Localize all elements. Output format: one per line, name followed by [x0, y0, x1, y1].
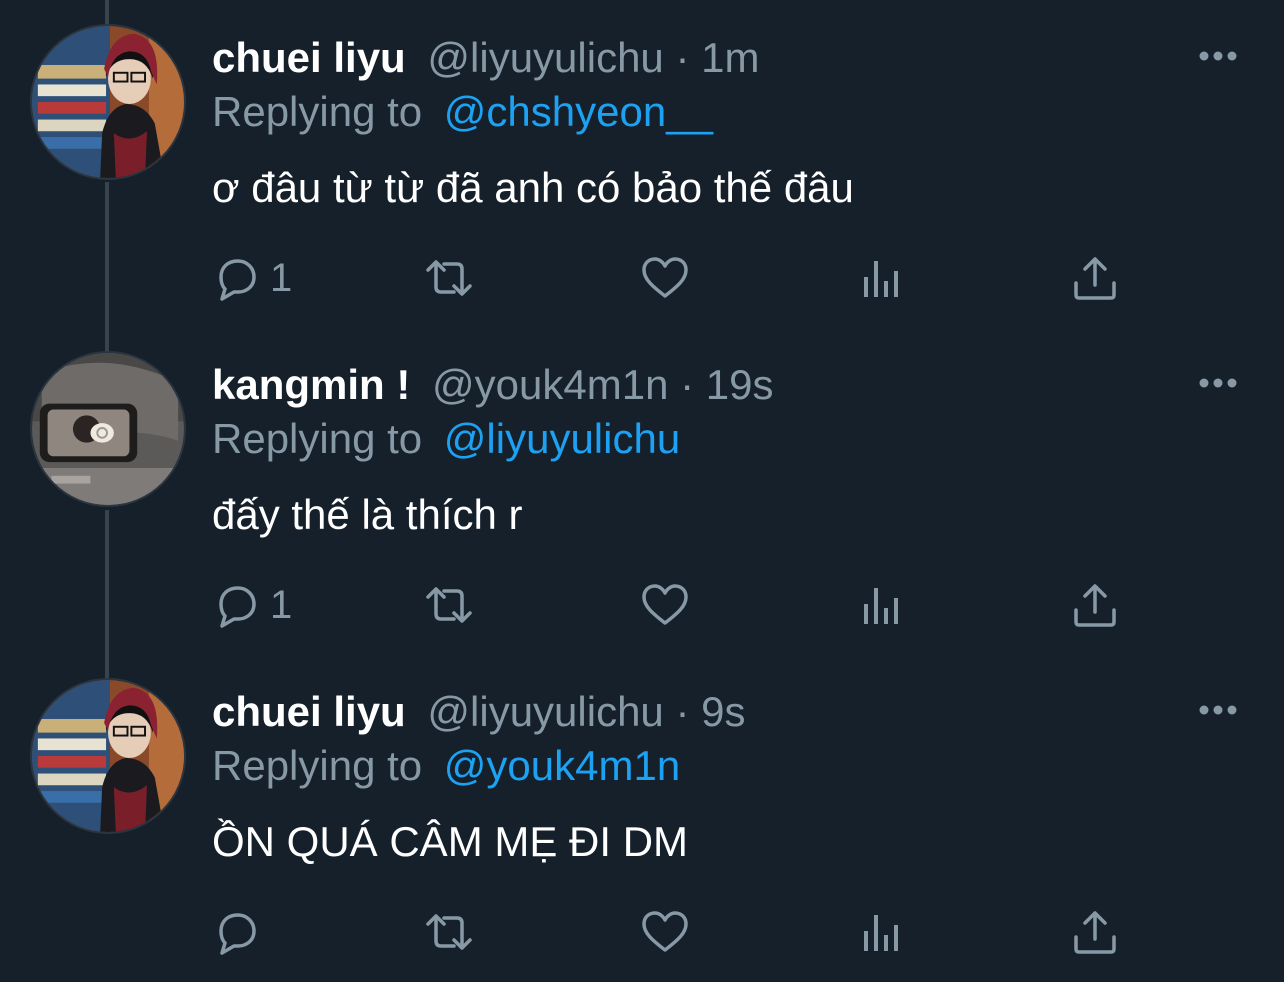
more-icon — [1199, 51, 1237, 61]
handle[interactable]: @youk4m1n — [432, 361, 668, 408]
tweet[interactable]: kangmin ! @youk4m1n · 19s Replying to @l… — [0, 327, 1284, 654]
display-name[interactable]: chuei liyu — [212, 34, 406, 81]
more-options-button[interactable] — [1196, 363, 1240, 403]
like-button[interactable] — [640, 902, 690, 962]
retweet-button[interactable] — [424, 248, 474, 308]
retweet-icon — [426, 587, 472, 623]
timestamp[interactable]: 19s — [706, 361, 774, 408]
reply-count: 1 — [270, 582, 293, 627]
like-button[interactable] — [640, 248, 690, 308]
replying-to: Replying to @youk4m1n — [212, 738, 680, 794]
share-button[interactable] — [1070, 575, 1120, 635]
mention-link[interactable]: @liyuyulichu — [444, 415, 680, 462]
analytics-icon — [864, 915, 898, 951]
heart-icon — [642, 257, 688, 298]
tweet-thread: chuei liyu @liyuyulichu · 1m Replying to… — [0, 0, 1284, 982]
analytics-button[interactable] — [856, 248, 906, 308]
retweet-button[interactable] — [424, 902, 474, 962]
more-options-button[interactable] — [1196, 36, 1240, 76]
avatar[interactable] — [30, 351, 186, 507]
analytics-button[interactable] — [856, 575, 906, 635]
more-icon — [1199, 705, 1237, 715]
tweet-text: đấy thế là thích r — [212, 491, 523, 538]
handle[interactable]: @liyuyulichu — [427, 34, 663, 81]
reply-button[interactable]: 1 — [212, 575, 292, 635]
analytics-icon — [864, 261, 898, 297]
timestamp[interactable]: 9s — [701, 688, 745, 735]
tweet[interactable]: chuei liyu @liyuyulichu · 9s Replying to… — [0, 654, 1284, 981]
display-name[interactable]: kangmin ! — [212, 361, 410, 408]
like-button[interactable] — [640, 575, 690, 635]
mention-link[interactable]: @youk4m1n — [444, 742, 680, 789]
heart-icon — [642, 584, 688, 625]
share-icon — [1074, 257, 1116, 300]
share-icon — [1074, 911, 1116, 954]
replying-label: Replying to — [212, 742, 423, 789]
separator-dot: · — [675, 688, 690, 735]
share-button[interactable] — [1070, 902, 1120, 962]
tweet-text: ỒN QUÁ CÂM MẸ ĐI DM — [212, 818, 689, 865]
chuei-liyu-avatar — [32, 680, 184, 832]
tweet-header: chuei liyu @liyuyulichu · 9s — [212, 684, 746, 740]
more-icon — [1199, 378, 1237, 388]
heart-icon — [642, 911, 688, 952]
replying-label: Replying to — [212, 88, 423, 135]
replying-label: Replying to — [212, 415, 423, 462]
replying-to: Replying to @chshyeon__ — [212, 84, 713, 140]
share-button[interactable] — [1070, 248, 1120, 308]
reply-icon — [219, 259, 256, 301]
tweet-text: ơ đâu từ từ đã anh có bảo thế đâu — [212, 164, 854, 211]
reply-icon — [219, 913, 256, 955]
retweet-button[interactable] — [424, 575, 474, 635]
chuei-liyu-avatar — [32, 26, 184, 178]
analytics-icon — [864, 588, 898, 624]
display-name[interactable]: chuei liyu — [212, 688, 406, 735]
replying-to: Replying to @liyuyulichu — [212, 411, 680, 467]
kangmin-avatar — [32, 353, 184, 505]
analytics-button[interactable] — [856, 902, 906, 962]
tweet-actions — [212, 902, 1132, 962]
avatar[interactable] — [30, 678, 186, 834]
handle[interactable]: @liyuyulichu — [427, 688, 663, 735]
reply-button[interactable] — [212, 902, 270, 962]
tweet-actions: 1 — [212, 575, 1132, 635]
avatar[interactable] — [30, 24, 186, 180]
tweet-header: kangmin ! @youk4m1n · 19s — [212, 357, 774, 413]
reply-count: 1 — [270, 255, 293, 300]
retweet-icon — [426, 914, 472, 950]
share-icon — [1074, 584, 1116, 627]
tweet-header: chuei liyu @liyuyulichu · 1m — [212, 30, 760, 86]
more-options-button[interactable] — [1196, 690, 1240, 730]
reply-button[interactable]: 1 — [212, 248, 292, 308]
separator-dot: · — [675, 34, 690, 81]
retweet-icon — [426, 260, 472, 296]
separator-dot: · — [680, 361, 695, 408]
tweet-actions: 1 — [212, 248, 1132, 308]
timestamp[interactable]: 1m — [701, 34, 759, 81]
tweet[interactable]: chuei liyu @liyuyulichu · 1m Replying to… — [0, 0, 1284, 327]
reply-icon — [219, 586, 256, 628]
mention-link[interactable]: @chshyeon__ — [444, 88, 713, 135]
